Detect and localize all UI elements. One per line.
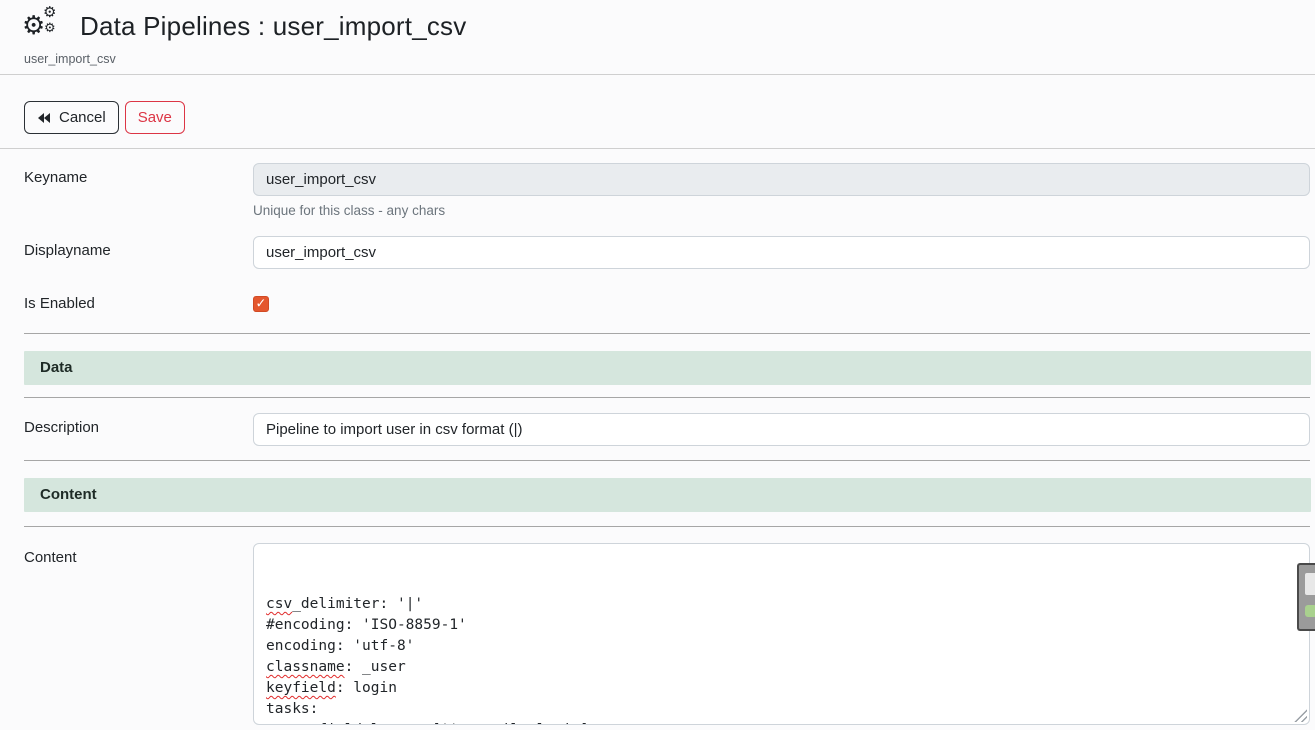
divider [24, 460, 1310, 461]
content-row: Content csv_delimiter: '|'#encoding: 'IS… [0, 543, 1315, 725]
cancel-button[interactable]: Cancel [24, 101, 119, 134]
is-enabled-label: Is Enabled [24, 295, 253, 312]
description-input[interactable] [253, 413, 1310, 446]
divider [24, 333, 1310, 334]
extension-glyph-icon [1305, 573, 1315, 595]
content-line: csv_delimiter: '|' [266, 594, 1297, 615]
page-subtitle: user_import_csv [24, 52, 1291, 66]
displayname-row: Displayname [0, 236, 1315, 269]
description-row: Description [0, 413, 1315, 446]
save-button[interactable]: Save [125, 101, 185, 134]
keyname-help-text: Unique for this class - any chars [253, 203, 1310, 218]
checkmark-icon: ✓ [256, 297, 267, 310]
content-line: keyfield: login [266, 678, 1297, 699]
content-line: - field_lower: ['', email, login] [266, 720, 1297, 725]
content-label: Content [24, 543, 253, 725]
gears-icon: ⚙ ⚙ ⚙ [24, 10, 60, 42]
extension-dot-icon [1305, 605, 1315, 617]
content-line: tasks: [266, 699, 1297, 720]
rewind-icon [37, 112, 51, 124]
divider [24, 397, 1310, 398]
toolbar: Cancel Save [0, 75, 1315, 149]
page-title: Data Pipelines : user_import_csv [80, 11, 466, 42]
keyname-row: Keyname Unique for this class - any char… [0, 163, 1315, 218]
cancel-button-label: Cancel [59, 109, 106, 126]
extension-overlay-button[interactable] [1297, 563, 1315, 631]
section-header-data: Data [24, 351, 1311, 385]
content-line: encoding: 'utf-8' [266, 636, 1297, 657]
keyname-input[interactable] [253, 163, 1310, 196]
page: ⚙ ⚙ ⚙ Data Pipelines : user_import_csv u… [0, 0, 1315, 730]
save-button-label: Save [138, 109, 172, 126]
displayname-label: Displayname [24, 236, 253, 269]
keyname-label: Keyname [24, 163, 253, 218]
is-enabled-row: Is Enabled ✓ [0, 295, 1315, 312]
displayname-input[interactable] [253, 236, 1310, 269]
content-editor[interactable]: csv_delimiter: '|'#encoding: 'ISO-8859-1… [253, 543, 1310, 725]
page-header: ⚙ ⚙ ⚙ Data Pipelines : user_import_csv u… [0, 0, 1315, 75]
divider [24, 526, 1310, 527]
is-enabled-checkbox[interactable]: ✓ [253, 296, 269, 312]
content-line: classname: _user [266, 657, 1297, 678]
section-header-content: Content [24, 478, 1311, 512]
content-line: #encoding: 'ISO-8859-1' [266, 615, 1297, 636]
description-label: Description [24, 413, 253, 446]
